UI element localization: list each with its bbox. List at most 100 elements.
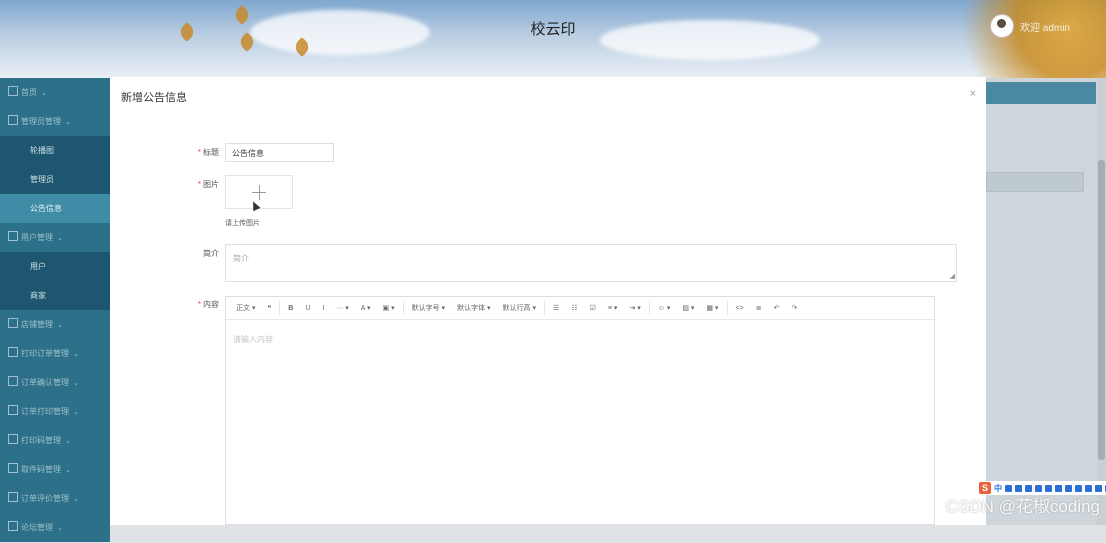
close-icon[interactable]: × bbox=[970, 88, 976, 100]
menu-icon bbox=[8, 405, 18, 415]
scrollbar-thumb[interactable] bbox=[1098, 160, 1105, 460]
menu-icon bbox=[8, 492, 18, 502]
toolbar-button[interactable]: ☑ bbox=[584, 304, 602, 312]
sidebar-item[interactable]: 首页 ⌄ bbox=[0, 78, 110, 107]
toolbar-button[interactable]: ☺ ▾ bbox=[652, 304, 677, 312]
toolbar-button[interactable]: A ▾ bbox=[355, 304, 377, 312]
ime-tool-icon[interactable] bbox=[1035, 484, 1042, 492]
dialog-title: 新增公告信息 bbox=[121, 92, 187, 104]
app-header: 校云印 欢迎 admin bbox=[0, 0, 1106, 78]
toolbar-button[interactable]: ▨ ▾ bbox=[676, 304, 700, 312]
sidebar-item[interactable]: 打印码管理 ⌄ bbox=[0, 426, 110, 455]
toolbar-button[interactable]: ≣ bbox=[750, 304, 768, 312]
image-label-text: 图片 bbox=[203, 180, 219, 189]
rich-text-editor[interactable]: 正文 ▾ ❝ B U I ··· ▾ A ▾ ▣ ▾ 默认字号 ▾ 默认字体 ▾ 默认行高 ▾ ☰ ☷ ☑… bbox=[225, 296, 935, 525]
ime-tool-icon[interactable] bbox=[1055, 484, 1062, 492]
image-label: * 图片 bbox=[159, 179, 219, 190]
chevron-down-icon: ⌄ bbox=[65, 119, 71, 126]
sidebar-item[interactable]: 公告信息 bbox=[0, 194, 110, 223]
sidebar-item-label: 订单打印管理 bbox=[21, 407, 69, 416]
title-label: * 标题 bbox=[159, 147, 219, 158]
toolbar-button[interactable]: 正文 ▾ bbox=[230, 303, 261, 313]
toolbar-button[interactable]: ≡ ▾ bbox=[602, 304, 624, 312]
user-menu[interactable]: 欢迎 admin bbox=[989, 14, 1070, 38]
background-table-header bbox=[986, 82, 1096, 104]
summary-placeholder: 简介 bbox=[233, 254, 249, 263]
toolbar-button[interactable]: ☰ bbox=[547, 304, 565, 312]
sidebar-item[interactable]: 论坛管理 ⌄ bbox=[0, 513, 110, 542]
sidebar-item[interactable]: 用户管理 ⌄ bbox=[0, 223, 110, 252]
ime-tool-icon[interactable] bbox=[1025, 484, 1032, 492]
menu-icon bbox=[8, 463, 18, 473]
toolbar-button[interactable]: ❝ bbox=[261, 304, 277, 312]
sidebar-item[interactable]: 打印订单管理 ⌄ bbox=[0, 339, 110, 368]
chevron-down-icon: ⌄ bbox=[57, 525, 63, 532]
toolbar-button[interactable]: 默认字体 ▾ bbox=[451, 303, 496, 313]
chevron-down-icon: ⌄ bbox=[73, 409, 79, 416]
toolbar-button[interactable]: ▦ ▾ bbox=[700, 304, 724, 312]
sidebar: 首页 ⌄ 管理员管理 ⌄ 轮播图 管理员 公告信息 用户管理 ⌄ 用户 商家 店铺管理 ⌄ 打印订单管理 ⌄… bbox=[0, 78, 110, 542]
toolbar-button[interactable]: 默认字号 ▾ bbox=[406, 303, 451, 313]
toolbar-button[interactable]: U bbox=[299, 305, 316, 312]
menu-icon bbox=[8, 115, 18, 125]
summary-textarea[interactable]: 简介 ◢ bbox=[225, 244, 957, 282]
menu-icon bbox=[8, 434, 18, 444]
toolbar-divider bbox=[279, 301, 281, 315]
required-mark: * bbox=[197, 148, 201, 157]
required-mark: * bbox=[197, 180, 201, 189]
sidebar-item[interactable]: 订单打印管理 ⌄ bbox=[0, 397, 110, 426]
sidebar-item-label: 打印码管理 bbox=[21, 436, 61, 445]
ime-tool-icon[interactable] bbox=[1065, 484, 1072, 492]
ime-tool-icon[interactable] bbox=[1095, 484, 1102, 492]
sidebar-item[interactable]: 管理员 bbox=[0, 165, 110, 194]
toolbar-button[interactable]: 默认行高 ▾ bbox=[497, 303, 542, 313]
upload-tip: 请上传图片 bbox=[225, 220, 260, 227]
tree-decoration bbox=[926, 0, 1106, 78]
toolbar-divider bbox=[726, 301, 728, 315]
sidebar-item[interactable]: 取件码管理 ⌄ bbox=[0, 455, 110, 484]
chevron-down-icon: ⌄ bbox=[57, 322, 63, 329]
ime-tool-icon[interactable] bbox=[1045, 484, 1052, 492]
chevron-down-icon: ⌄ bbox=[41, 90, 47, 97]
title-label-text: 标题 bbox=[203, 148, 219, 157]
toolbar-divider bbox=[544, 301, 546, 315]
toolbar-button[interactable]: ▣ ▾ bbox=[377, 304, 401, 312]
sidebar-item[interactable]: 店铺管理 ⌄ bbox=[0, 310, 110, 339]
app-title: 校云印 bbox=[530, 21, 576, 38]
toolbar-divider bbox=[648, 301, 650, 315]
sidebar-item-label: 取件码管理 bbox=[21, 465, 61, 474]
menu-icon bbox=[8, 318, 18, 328]
sidebar-item[interactable]: 商家 bbox=[0, 281, 110, 310]
menu-icon bbox=[8, 86, 18, 96]
toolbar-button[interactable]: ⇥ ▾ bbox=[623, 304, 646, 312]
chevron-down-icon: ⌄ bbox=[65, 438, 71, 445]
toolbar-button[interactable]: <> bbox=[730, 305, 750, 312]
toolbar-button[interactable]: I bbox=[316, 305, 330, 312]
menu-icon bbox=[8, 376, 18, 386]
sidebar-item-label: 首页 bbox=[21, 88, 37, 97]
ime-tool-icon[interactable] bbox=[1085, 484, 1092, 492]
sidebar-item[interactable]: 用户 bbox=[0, 252, 110, 281]
toolbar-button[interactable]: ··· ▾ bbox=[330, 304, 354, 312]
sidebar-item[interactable]: 管理员管理 ⌄ bbox=[0, 107, 110, 136]
sidebar-item[interactable]: 轮播图 bbox=[0, 136, 110, 165]
toolbar-button[interactable]: ☷ bbox=[565, 304, 583, 312]
sidebar-item[interactable]: 订单评价管理 ⌄ bbox=[0, 484, 110, 513]
sidebar-item-label: 订单确认管理 bbox=[21, 378, 69, 387]
toolbar-button[interactable]: ↶ bbox=[768, 304, 786, 312]
toolbar-divider bbox=[402, 301, 404, 315]
ime-tool-icon[interactable] bbox=[1015, 484, 1022, 492]
page-scrollbar[interactable] bbox=[1097, 78, 1106, 525]
ime-tool-icon[interactable] bbox=[1005, 484, 1012, 492]
avatar[interactable] bbox=[989, 14, 1014, 38]
title-input[interactable]: 公告信息 bbox=[225, 143, 334, 162]
sidebar-item[interactable]: 订单确认管理 ⌄ bbox=[0, 368, 110, 397]
toolbar-button[interactable]: ↷ bbox=[785, 304, 803, 312]
toolbar-button[interactable]: B bbox=[282, 305, 299, 312]
ime-tool-icon[interactable] bbox=[1075, 484, 1082, 492]
resize-handle-icon[interactable]: ◢ bbox=[950, 272, 955, 280]
content-label-text: 内容 bbox=[203, 300, 219, 309]
sidebar-item-label: 订单评价管理 bbox=[21, 494, 69, 503]
sidebar-item-label: 店铺管理 bbox=[21, 320, 53, 329]
chevron-down-icon: ⌄ bbox=[73, 380, 79, 387]
